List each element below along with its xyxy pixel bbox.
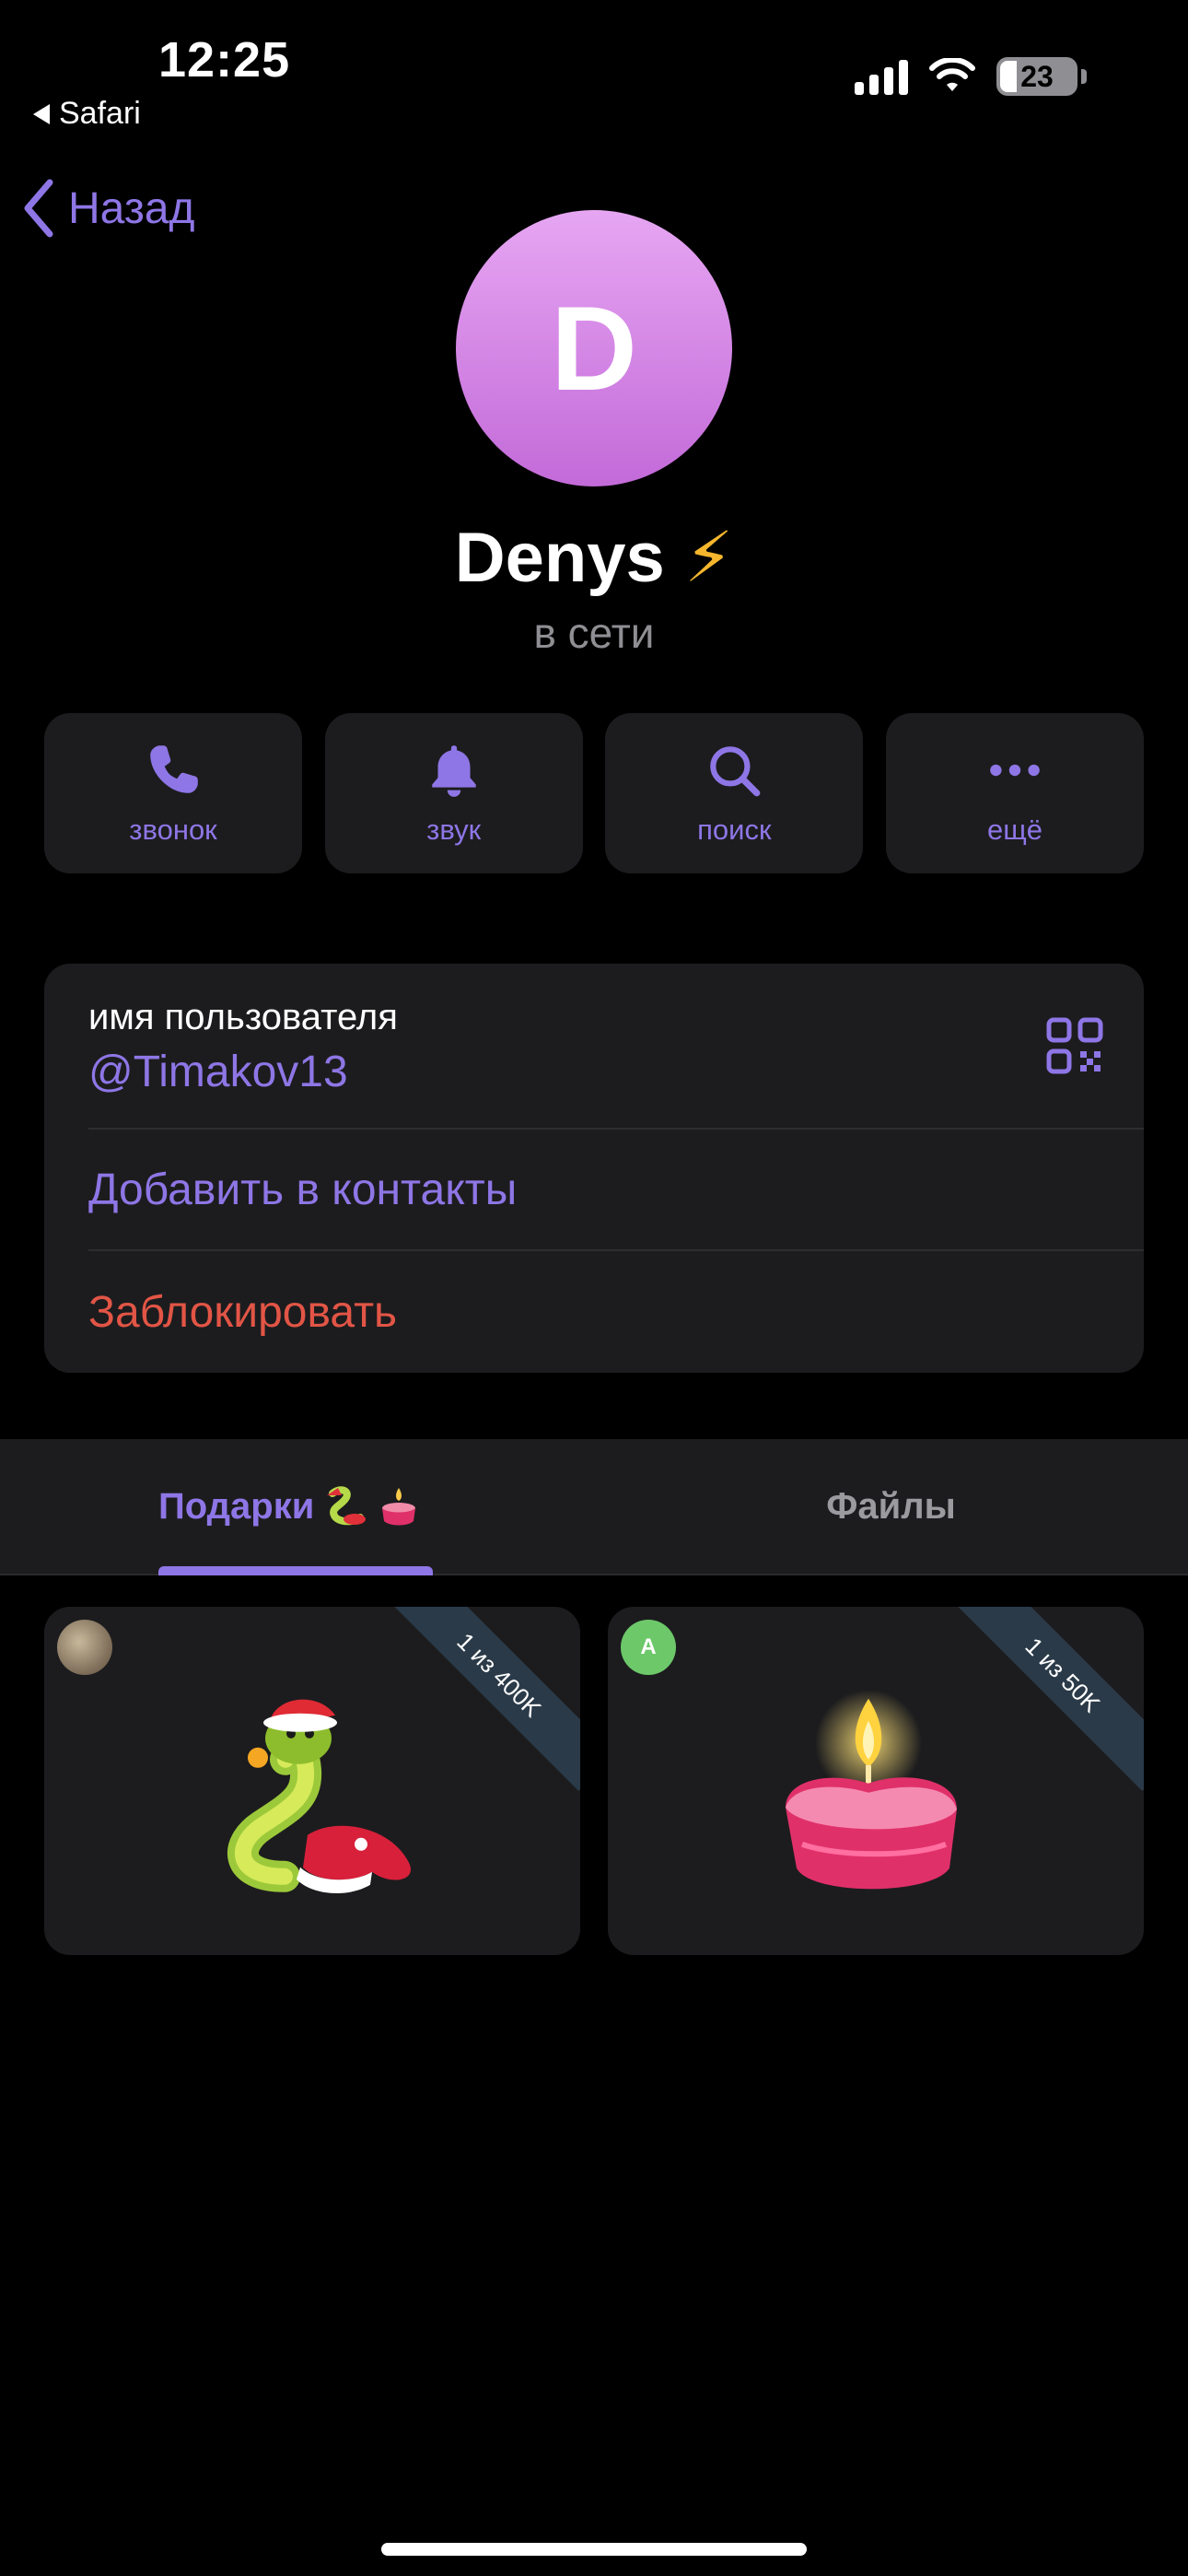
- status-icons: 23: [855, 57, 1087, 96]
- back-button[interactable]: Назад: [20, 179, 195, 238]
- chevron-left-icon: [24, 179, 53, 238]
- username-title: имя пользователя: [88, 997, 398, 1037]
- snake-santa-hat-icon: [227, 1699, 411, 1893]
- back-to-app[interactable]: Safari: [33, 96, 141, 132]
- search-label: поиск: [697, 814, 772, 846]
- qr-code-icon[interactable]: [1046, 1017, 1103, 1074]
- lightning-emoji-icon[interactable]: ⚡: [684, 519, 733, 597]
- status-time: 12:25: [158, 32, 291, 88]
- tab-gifts-label: Подарки: [158, 1485, 315, 1527]
- wifi-icon: [929, 58, 975, 91]
- profile-name-text: Denys: [454, 519, 665, 597]
- candle-icon: [786, 1689, 957, 1890]
- phone-icon: [150, 745, 198, 793]
- tab-files[interactable]: Файлы: [594, 1439, 1188, 1574]
- avatar-letter: D: [551, 281, 637, 416]
- block-button[interactable]: Заблокировать: [88, 1251, 1144, 1373]
- cellular-signal-icon: [855, 58, 908, 95]
- profile-name: Denys ⚡: [0, 516, 1188, 598]
- more-icon: [990, 764, 1040, 777]
- back-triangle-icon: [33, 103, 50, 124]
- username-value[interactable]: @Timakov13: [88, 1047, 348, 1097]
- tab-gifts[interactable]: Подарки: [0, 1439, 594, 1575]
- gift-card[interactable]: A 1 из 50K: [608, 1607, 1144, 1955]
- snake-emoji-icon: [327, 1486, 367, 1526]
- profile-tabs: Подарки Файлы: [0, 1439, 1188, 1575]
- bell-icon: [431, 745, 476, 797]
- search-button[interactable]: поиск: [605, 713, 864, 873]
- back-label: Назад: [68, 183, 195, 233]
- sound-button[interactable]: звук: [324, 713, 583, 873]
- username-row[interactable]: имя пользователя @Timakov13: [88, 964, 1144, 1130]
- online-status: в сети: [533, 609, 655, 657]
- call-button[interactable]: звонок: [44, 713, 302, 873]
- info-card: имя пользователя @Timakov13 Добавить в к…: [44, 964, 1144, 1373]
- back-app-label: Safari: [59, 96, 141, 131]
- battery-level: 23: [1020, 59, 1054, 93]
- gift-sender-avatar: [57, 1620, 112, 1675]
- more-label: ещё: [986, 814, 1042, 846]
- add-contact-button[interactable]: Добавить в контакты: [88, 1130, 1144, 1251]
- action-buttons: звонок звук поиск ещё: [44, 713, 1144, 873]
- sound-label: звук: [426, 814, 482, 846]
- battery-icon: 23: [996, 57, 1077, 96]
- more-button[interactable]: ещё: [885, 713, 1144, 873]
- home-indicator[interactable]: [381, 2543, 807, 2556]
- candle-emoji-icon: [382, 1488, 416, 1526]
- battery-tip: [1081, 69, 1087, 84]
- avatar[interactable]: D: [456, 210, 732, 486]
- gift-card[interactable]: 1 из 400K: [44, 1607, 580, 1955]
- call-label: звонок: [129, 814, 217, 846]
- tab-active-indicator: [158, 1566, 433, 1575]
- search-icon: [710, 746, 761, 797]
- gift-sender-avatar: A: [621, 1620, 676, 1675]
